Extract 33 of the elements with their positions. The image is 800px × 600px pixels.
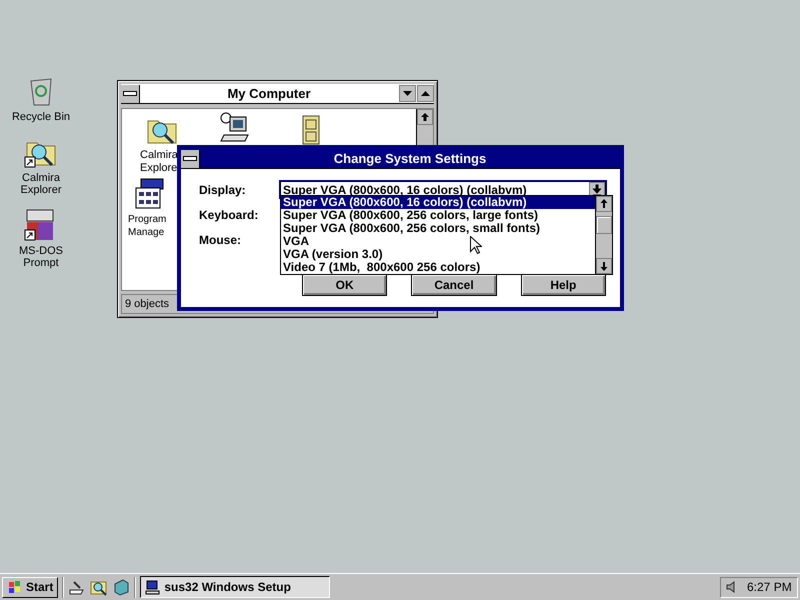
list-option[interactable]: Video 7 (1Mb, 800x600 256 colors) <box>281 261 595 274</box>
scrollbar[interactable] <box>595 196 612 274</box>
icon-label: Program Manage <box>128 213 168 239</box>
field-label: Mouse: <box>199 232 242 246</box>
list-option[interactable]: Super VGA (800x600, 256 colors, large fonts) <box>281 209 595 222</box>
icon-label: Calmira Explorer <box>20 172 62 196</box>
list-option[interactable]: VGA <box>281 235 595 248</box>
scroll-thumb[interactable] <box>596 216 612 234</box>
icon-label: Recycle Bin <box>11 111 71 123</box>
display-dropdown[interactable]: Super VGA (800x600, 16 colors) (collabvm) <box>280 181 606 198</box>
field-label: Keyboard: <box>199 208 260 222</box>
list-option[interactable]: Super VGA (800x600, 16 colors) (collabvm) <box>281 196 595 209</box>
dialog-title: Change System Settings <box>332 151 488 166</box>
windows-logo-icon <box>7 580 23 594</box>
scroll-up-icon[interactable] <box>417 109 433 125</box>
list-option[interactable]: Super VGA (800x600, 256 colors, small fonts) <box>281 222 595 235</box>
mouse-pointer-icon <box>470 236 482 255</box>
start-button[interactable]: Start <box>2 576 58 598</box>
taskbar-button[interactable]: sus32 Windows Setup <box>140 576 330 598</box>
dialog-button[interactable]: Cancel <box>411 274 497 296</box>
clock: 6:27 PM <box>747 580 792 594</box>
scroll-down-icon[interactable] <box>596 258 612 274</box>
icon-label: Calmira Explore <box>140 149 179 175</box>
window-title: My Computer <box>226 86 312 101</box>
dialog-button[interactable]: OK <box>302 274 388 296</box>
field-label: Display: <box>199 182 247 196</box>
dialog-button[interactable]: Help <box>520 274 606 296</box>
icon-label: MS-DOS Prompt <box>18 245 64 269</box>
list-option[interactable]: VGA (version 3.0) <box>281 248 595 261</box>
control-menu-icon[interactable] <box>181 150 200 168</box>
scroll-up-icon[interactable] <box>596 196 612 212</box>
status-text: 9 objects <box>125 298 170 310</box>
computer-icon <box>145 579 162 595</box>
